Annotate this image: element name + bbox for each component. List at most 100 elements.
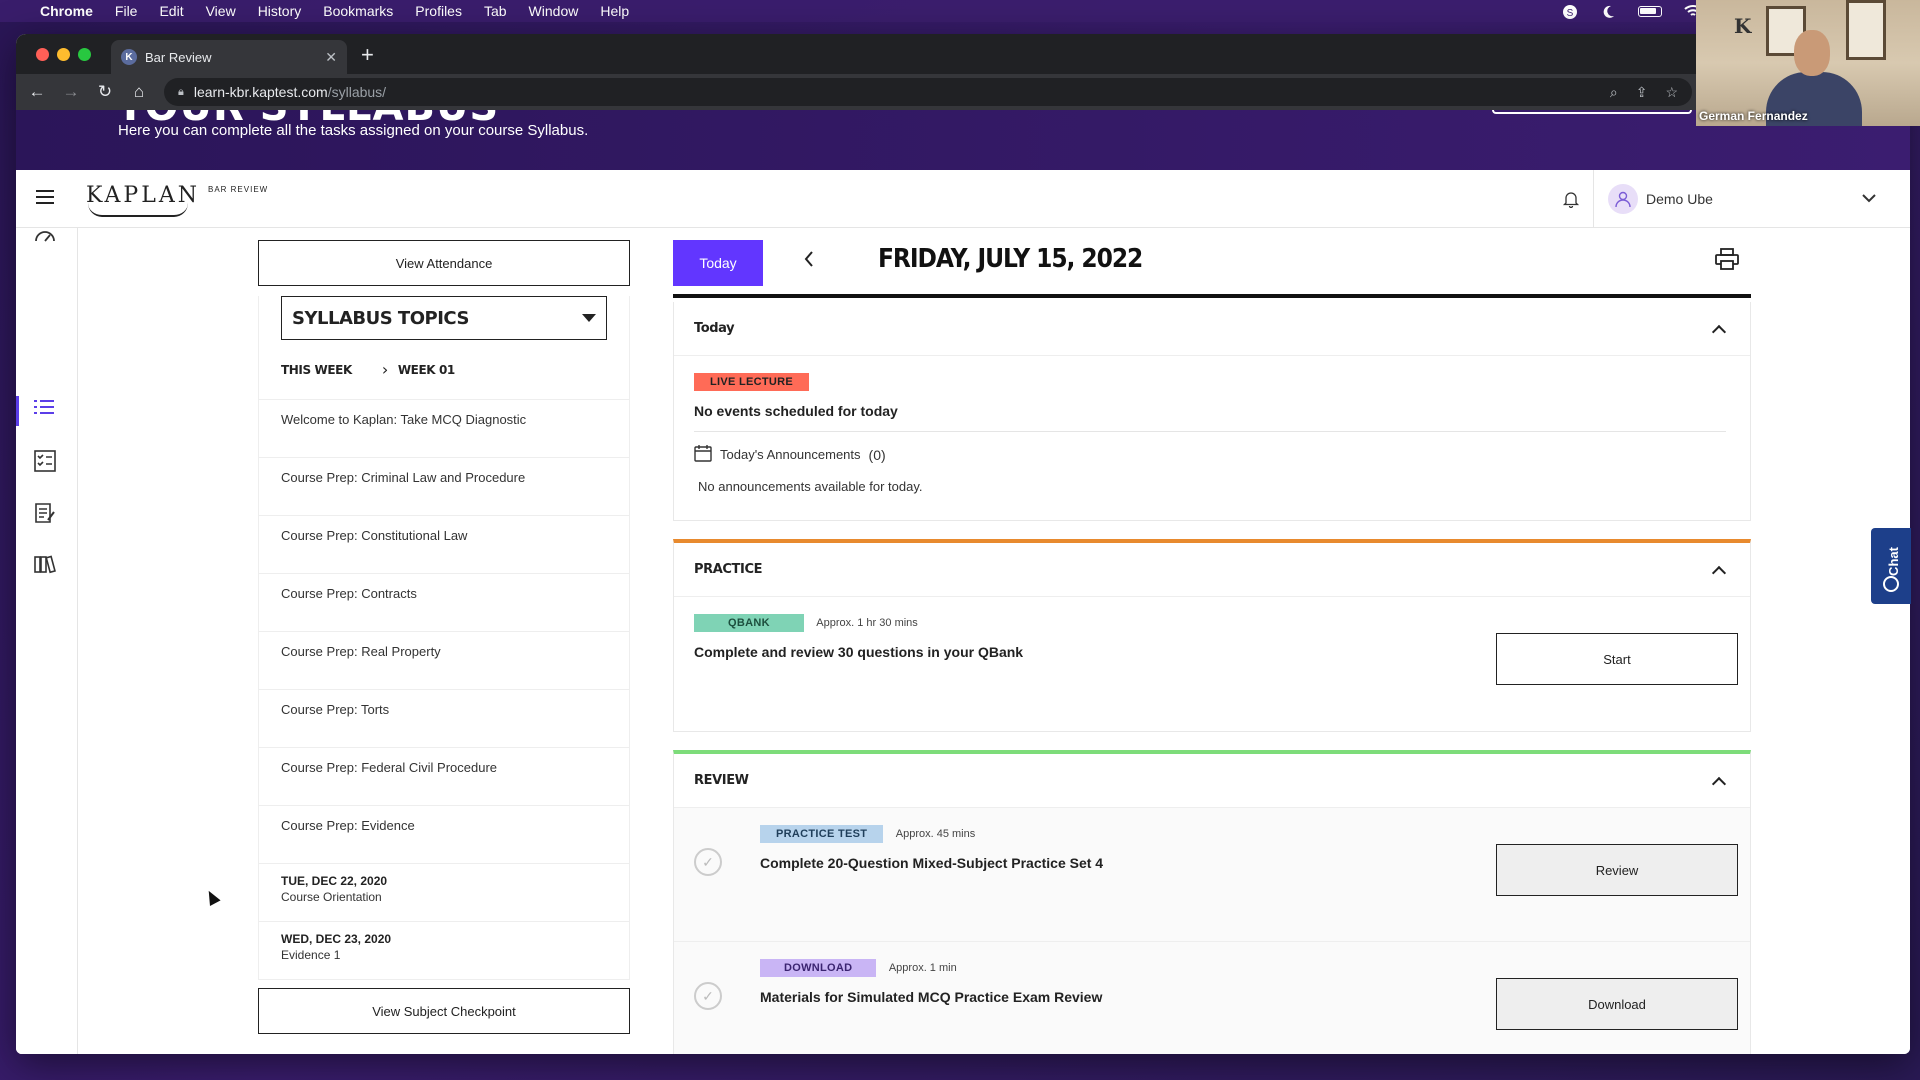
url-path: /syllabus/ [327, 84, 387, 100]
topic-item[interactable]: Course Prep: Real Property [259, 632, 629, 690]
topic-item[interactable]: Course Prep: Torts [259, 690, 629, 748]
menu-help[interactable]: Help [600, 3, 629, 19]
chat-tab[interactable]: Chat [1871, 528, 1911, 604]
dated-topic-date: TUE, DEC 22, 2020 [281, 874, 388, 888]
header-divider [1593, 170, 1594, 228]
close-tab-icon[interactable]: ✕ [325, 49, 337, 66]
download-duration: Approx. 1 min [888, 962, 957, 974]
zoom-window-button[interactable] [78, 47, 91, 61]
menu-tab[interactable]: Tab [484, 3, 507, 19]
dashboard-gauge-icon[interactable] [34, 228, 56, 248]
minimize-window-button[interactable] [57, 47, 70, 61]
url-host: learn-kbr.kaptest.com [193, 84, 328, 100]
topic-item[interactable]: Welcome to Kaplan: Take MCQ Diagnostic [259, 400, 629, 458]
menu-app[interactable]: Chrome [40, 3, 93, 19]
review-item: ✓ DOWNLOAD Approx. 1 min Materials for S… [674, 942, 1750, 1054]
bookmark-star-icon[interactable]: ☆ [1665, 84, 1678, 101]
topic-item[interactable]: Course Prep: Contracts [259, 574, 629, 632]
select-label: SYLLABUS TOPICS [292, 307, 469, 329]
window-controls [36, 47, 91, 61]
view-attendance-button[interactable]: View Attendance [258, 240, 630, 286]
review-button[interactable]: Review [1496, 844, 1738, 896]
dated-topic-item[interactable]: TUE, DEC 22, 2020 Course Orientation [259, 864, 629, 922]
week-01-label[interactable]: WEEK 01 [398, 363, 455, 377]
moon-icon[interactable] [1600, 4, 1616, 18]
syllabus-panel: View Attendance SYLLABUS TOPICS THIS WEE… [258, 240, 630, 1034]
notes-edit-icon[interactable] [34, 502, 56, 523]
chevron-up-icon [1711, 776, 1727, 791]
topic-item[interactable]: Course Prep: Constitutional Law [259, 516, 629, 574]
download-button[interactable]: Download [1496, 978, 1738, 1030]
dated-topic-item[interactable]: WED, DEC 23, 2020 Evidence 1 [259, 922, 629, 980]
topic-item[interactable]: Course Prep: Federal Civil Procedure [259, 748, 629, 806]
lock-icon[interactable]: 🔒︎ [178, 86, 184, 99]
logo-subtitle: BAR REVIEW [207, 185, 269, 194]
browser-toolbar: ← → ↻ ⌂ 🔒︎ learn-kbr.kaptest.com/syllabu… [16, 74, 1910, 110]
os-menubar: Chrome File Edit View History Bookmarks … [0, 0, 1920, 22]
view-subject-checkpoint-button[interactable]: View Subject Checkpoint [258, 988, 630, 1034]
svg-text:S: S [1567, 8, 1574, 19]
practice-section-header[interactable]: PRACTICE [674, 543, 1750, 597]
no-events-text: No events scheduled for today [694, 403, 898, 419]
user-menu[interactable]: Demo Ube [1608, 184, 1713, 214]
review-section-header[interactable]: REVIEW [674, 754, 1750, 808]
syllabus-topics-box: SYLLABUS TOPICS THIS WEEK › WEEK 01 Welc… [258, 296, 630, 980]
reload-icon[interactable]: ↻ [96, 82, 114, 102]
address-bar[interactable]: 🔒︎ learn-kbr.kaptest.com/syllabus/ ⌕ ⇪ ☆ [164, 78, 1692, 106]
chevron-up-icon [1711, 324, 1727, 339]
hero-button[interactable] [1492, 110, 1692, 114]
chevron-down-icon[interactable] [1862, 190, 1876, 206]
share-icon[interactable]: ⇪ [1636, 84, 1648, 101]
hamburger-menu-icon[interactable] [36, 190, 54, 208]
announcements-row[interactable]: Today's Announcements (0) [694, 444, 1730, 465]
home-icon[interactable]: ⌂ [130, 82, 148, 102]
previous-day-icon[interactable] [803, 250, 815, 274]
menu-history[interactable]: History [258, 3, 302, 19]
today-section-header[interactable]: Today [674, 302, 1750, 356]
notifications-bell-icon[interactable] [1562, 190, 1580, 209]
checkmark-circle-icon[interactable]: ✓ [694, 848, 722, 876]
avatar-icon [1608, 184, 1638, 214]
menu-bookmarks[interactable]: Bookmarks [323, 3, 393, 19]
hero-subtitle: Here you can complete all the tasks assi… [118, 122, 589, 139]
left-nav-rail [16, 228, 78, 1054]
qbank-badge: QBANK [694, 614, 804, 632]
menu-edit[interactable]: Edit [159, 3, 183, 19]
dated-topic-label: Course Orientation [281, 890, 382, 904]
mouse-cursor [203, 888, 221, 906]
kaplan-logo[interactable]: KAPLAN BAR REVIEW [86, 183, 269, 217]
current-date-title: FRIDAY, JULY 15, 2022 [878, 244, 1143, 274]
review-section-title: REVIEW [694, 773, 749, 788]
start-button[interactable]: Start [1496, 633, 1738, 685]
today-button[interactable]: Today [673, 240, 763, 286]
print-icon[interactable] [1715, 248, 1739, 270]
presenter-head [1794, 30, 1830, 76]
this-week-link[interactable]: THIS WEEK [281, 363, 352, 377]
close-window-button[interactable] [36, 47, 49, 61]
checklist-icon[interactable] [34, 450, 56, 472]
topic-item[interactable]: Course Prep: Evidence [259, 806, 629, 864]
menu-view[interactable]: View [206, 3, 236, 19]
dated-topic-date: WED, DEC 23, 2020 [281, 932, 392, 946]
today-section-title: Today [694, 321, 735, 336]
browser-tab[interactable]: K Bar Review ✕ [111, 40, 347, 74]
new-tab-button[interactable]: + [361, 42, 374, 68]
menu-file[interactable]: File [115, 3, 138, 19]
menu-profiles[interactable]: Profiles [415, 3, 462, 19]
topic-item[interactable]: Course Prep: Criminal Law and Procedure [259, 458, 629, 516]
menu-window[interactable]: Window [529, 3, 579, 19]
webcam-overlay: K German Fernandez [1696, 0, 1920, 126]
zoom-icon[interactable]: ⌕ [1610, 84, 1618, 101]
books-library-icon[interactable] [34, 554, 56, 574]
battery-icon[interactable] [1638, 5, 1662, 17]
syllabus-topics-select[interactable]: SYLLABUS TOPICS [281, 296, 607, 340]
chevron-up-icon [1711, 565, 1727, 580]
forward-icon[interactable]: → [62, 82, 80, 102]
back-icon[interactable]: ← [28, 82, 46, 102]
checkmark-circle-icon[interactable]: ✓ [694, 982, 722, 1010]
chat-bubble-icon [1883, 576, 1899, 592]
logo-swoosh [88, 203, 188, 217]
skype-icon[interactable]: S [1562, 4, 1578, 19]
caret-down-icon [582, 314, 596, 322]
syllabus-list-icon[interactable] [34, 398, 56, 418]
